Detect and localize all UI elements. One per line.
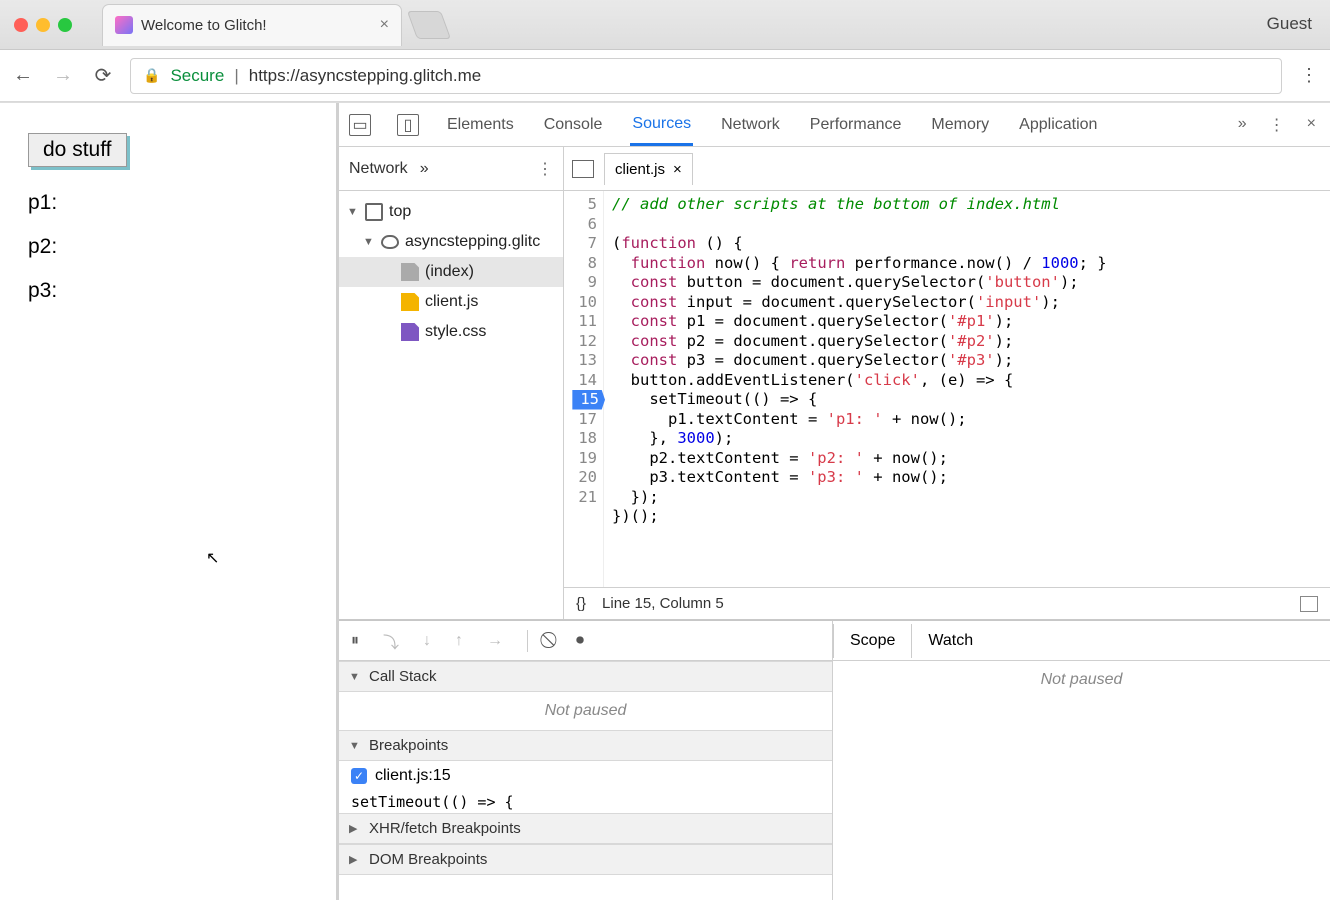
tree-file-clientjs[interactable]: client.js (339, 287, 563, 317)
section-breakpoints[interactable]: ▼Breakpoints (339, 730, 832, 761)
debugger-controls: ⏸ ⤵ ↓ ↑ → ⃠ ⏺ (339, 621, 832, 661)
more-tabs-icon[interactable]: » (1238, 115, 1247, 135)
tree-file-stylecss[interactable]: style.css (339, 317, 563, 347)
collapse-icon[interactable] (1300, 596, 1318, 612)
chevron-right-icon[interactable]: » (420, 160, 429, 178)
address-bar: ← → ⟳ 🔒 Secure | https://asyncstepping.g… (0, 50, 1330, 102)
breakpoint-snippet: setTimeout(() => { (339, 791, 832, 813)
p3-text: p3: (28, 279, 308, 303)
tab-elements[interactable]: Elements (445, 106, 516, 144)
step-into-icon[interactable]: ↓ (423, 632, 431, 650)
tree-domain[interactable]: ▼asyncstepping.glitc (339, 227, 563, 257)
favicon-icon (115, 16, 133, 34)
checkbox-icon[interactable]: ✓ (351, 768, 367, 784)
file-tree: ▼top ▼asyncstepping.glitc (index) client… (339, 191, 563, 619)
tab-console[interactable]: Console (542, 106, 605, 144)
format-icon[interactable]: {} (576, 595, 586, 612)
step-over-icon[interactable]: ⤵ (383, 629, 399, 653)
tab-sources[interactable]: Sources (630, 105, 693, 146)
scope-empty: Not paused (833, 661, 1330, 699)
tab-network[interactable]: Network (719, 106, 782, 144)
back-button[interactable]: ← (10, 63, 36, 89)
do-stuff-button[interactable]: do stuff (28, 133, 127, 167)
menu-icon[interactable]: ⋮ (1296, 65, 1320, 86)
toggle-navigator-icon[interactable] (572, 160, 594, 178)
section-dom-breakpoints[interactable]: ▶DOM Breakpoints (339, 844, 832, 875)
cursor-icon: ↖ (206, 548, 219, 568)
forward-button[interactable]: → (50, 63, 76, 89)
new-tab-button[interactable] (407, 11, 451, 39)
tab-scope[interactable]: Scope (833, 624, 912, 658)
step-icon[interactable]: → (487, 632, 503, 650)
tab-title: Welcome to Glitch! (141, 17, 372, 34)
profile-label[interactable]: Guest (1267, 14, 1312, 34)
close-devtools-icon[interactable]: × (1307, 115, 1316, 135)
window-maximize-icon[interactable] (58, 18, 72, 32)
pause-on-exceptions-icon[interactable]: ⏺ (576, 632, 584, 650)
browser-tab[interactable]: Welcome to Glitch! × (102, 4, 402, 46)
cursor-position: Line 15, Column 5 (602, 595, 724, 612)
window-minimize-icon[interactable] (36, 18, 50, 32)
tab-memory[interactable]: Memory (929, 106, 991, 144)
window-close-icon[interactable] (14, 18, 28, 32)
p2-text: p2: (28, 235, 308, 259)
tree-file-index[interactable]: (index) (339, 257, 563, 287)
pause-icon[interactable]: ⏸ (351, 632, 359, 650)
kebab-icon[interactable]: ⋮ (1269, 115, 1285, 135)
inspect-icon[interactable]: ▭ (349, 114, 371, 136)
devtools-tabbar: ▭ ▯ Elements Console Sources Network Per… (339, 103, 1330, 147)
section-call-stack[interactable]: ▼Call Stack (339, 661, 832, 692)
devtools-panel: ▭ ▯ Elements Console Sources Network Per… (339, 103, 1330, 900)
kebab-icon[interactable]: ⋮ (537, 159, 553, 179)
reload-button[interactable]: ⟳ (90, 63, 116, 89)
tab-application[interactable]: Application (1017, 106, 1099, 144)
code-editor[interactable]: 56789101112131415161718192021 // add oth… (564, 191, 1330, 587)
url-input[interactable]: 🔒 Secure | https://asyncstepping.glitch.… (130, 58, 1282, 94)
page-content: do stuff p1: p2: p3: ↖ (0, 103, 339, 900)
file-tab-clientjs[interactable]: client.js × (604, 153, 693, 185)
navigator-tab[interactable]: Network (349, 160, 408, 178)
close-icon[interactable]: × (380, 16, 389, 34)
device-icon[interactable]: ▯ (397, 114, 419, 136)
tree-top[interactable]: ▼top (339, 197, 563, 227)
tab-watch[interactable]: Watch (912, 624, 989, 658)
breakpoint-item[interactable]: ✓ client.js:15 (339, 761, 832, 791)
browser-titlebar: Welcome to Glitch! × Guest (0, 0, 1330, 50)
tab-performance[interactable]: Performance (808, 106, 904, 144)
url-text: https://asyncstepping.glitch.me (249, 66, 481, 86)
p1-text: p1: (28, 191, 308, 215)
section-xhr-breakpoints[interactable]: ▶XHR/fetch Breakpoints (339, 813, 832, 844)
step-out-icon[interactable]: ↑ (455, 632, 463, 650)
call-stack-empty: Not paused (339, 692, 832, 730)
close-icon[interactable]: × (673, 161, 682, 178)
secure-label: Secure (170, 66, 224, 86)
lock-icon: 🔒 (143, 67, 160, 84)
